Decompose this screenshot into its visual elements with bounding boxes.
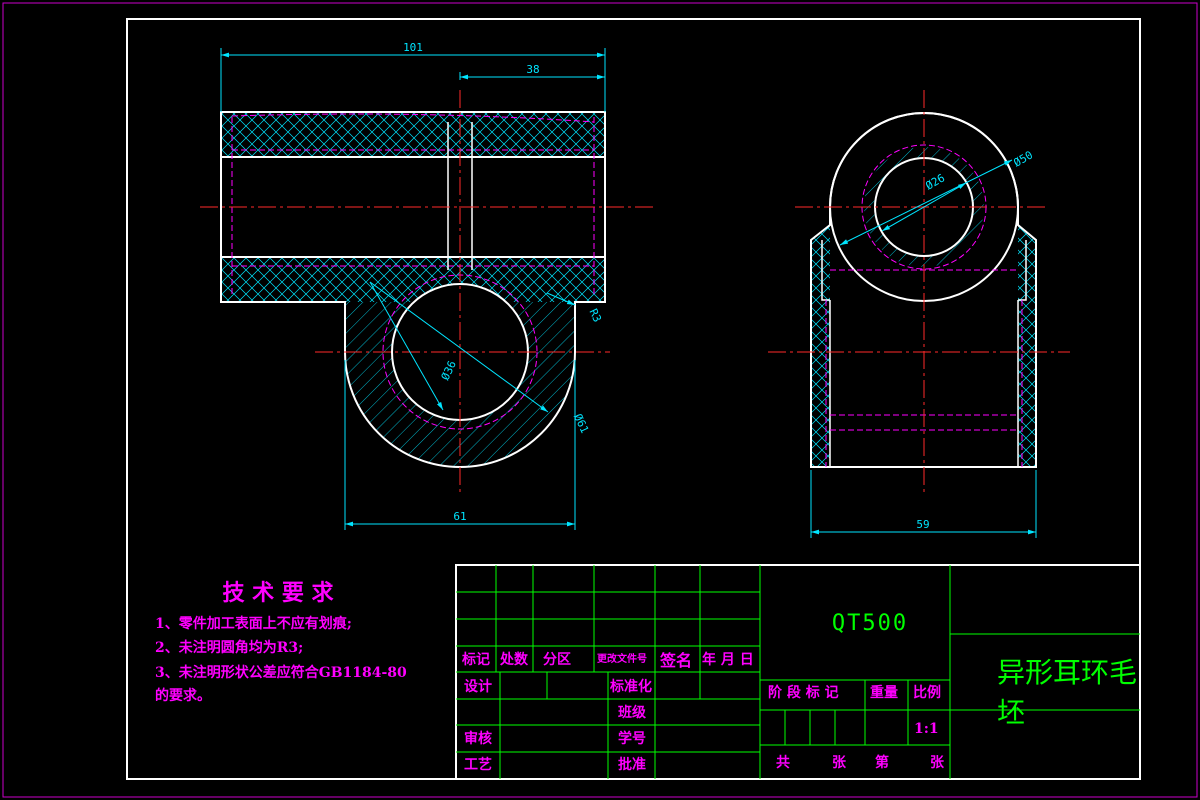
tb-standardize: 标准化 xyxy=(609,678,652,695)
dim-fillet: R3 xyxy=(586,307,603,325)
front-view: 101 38 61 Ø36 Ø61 R3 xyxy=(200,41,655,530)
dim-outer-diameter: Ø50 xyxy=(1011,148,1035,169)
dim-overall-length: 101 xyxy=(403,41,423,54)
tb-header-signature: 签名 xyxy=(659,651,692,670)
part-name-line2: 坯 xyxy=(997,696,1025,729)
tech-requirements: 技 术 要 求 1、零件加工表面上不应有划痕; 2、未注明圆角均为R3; 3、未… xyxy=(155,580,407,704)
tech-req-item-4: 的要求。 xyxy=(155,687,211,704)
tb-stage-mark: 阶 段 标 记 xyxy=(768,684,839,701)
part-name-line1: 异形耳环毛 xyxy=(997,656,1137,689)
tb-sheets2: 张 xyxy=(930,755,945,771)
tech-requirements-title: 技 术 要 求 xyxy=(223,580,334,606)
tech-req-item-3: 3、未注明形状公差应符合GB1184-80 xyxy=(155,664,407,681)
tb-header-zone: 分区 xyxy=(543,652,571,668)
tb-total: 共 xyxy=(776,754,790,771)
tb-approve: 批准 xyxy=(618,756,646,773)
tb-process: 工艺 xyxy=(464,756,492,773)
tb-design: 设计 xyxy=(464,678,492,695)
tb-header-change-doc: 更改文件号 xyxy=(597,652,647,665)
dim-overall-width: 59 xyxy=(916,518,929,531)
tb-sheet-no: 第 xyxy=(875,754,889,771)
dim-boss-diameter: Ø61 xyxy=(571,412,591,436)
tb-review: 审核 xyxy=(464,730,492,747)
front-hatch-bottom-wall xyxy=(221,257,605,302)
material-label: QT500 xyxy=(832,611,908,636)
tb-sheets: 张 xyxy=(832,755,847,771)
dim-boss-width: 61 xyxy=(453,510,466,523)
tb-header-date: 年 月 日 xyxy=(702,651,754,668)
title-block: QT500 异形耳环毛 坯 标记 处数 分区 更改文件号 签名 年 月 日 设计… xyxy=(455,564,1141,780)
tech-req-item-2: 2、未注明圆角均为R3; xyxy=(155,639,303,656)
dim-boss-offset: 38 xyxy=(526,63,539,76)
tb-header-mark: 标记 xyxy=(461,651,490,668)
tech-req-item-1: 1、零件加工表面上不应有划痕; xyxy=(155,615,352,632)
side-view: 59 Ø50 Ø26 xyxy=(768,90,1070,538)
tb-header-count: 处数 xyxy=(499,651,529,668)
dim-inner-diameter: Ø26 xyxy=(923,171,947,192)
cad-drawing: 101 38 61 Ø36 Ø61 R3 59 Ø50 Ø26 技 术 要 求 … xyxy=(2,2,1198,798)
tb-scale-value: 1:1 xyxy=(914,721,939,737)
tb-weight: 重量 xyxy=(870,684,898,701)
tb-student-no: 学号 xyxy=(618,730,646,747)
tb-scale-label: 比例 xyxy=(913,684,941,701)
tb-class: 班级 xyxy=(618,704,647,721)
